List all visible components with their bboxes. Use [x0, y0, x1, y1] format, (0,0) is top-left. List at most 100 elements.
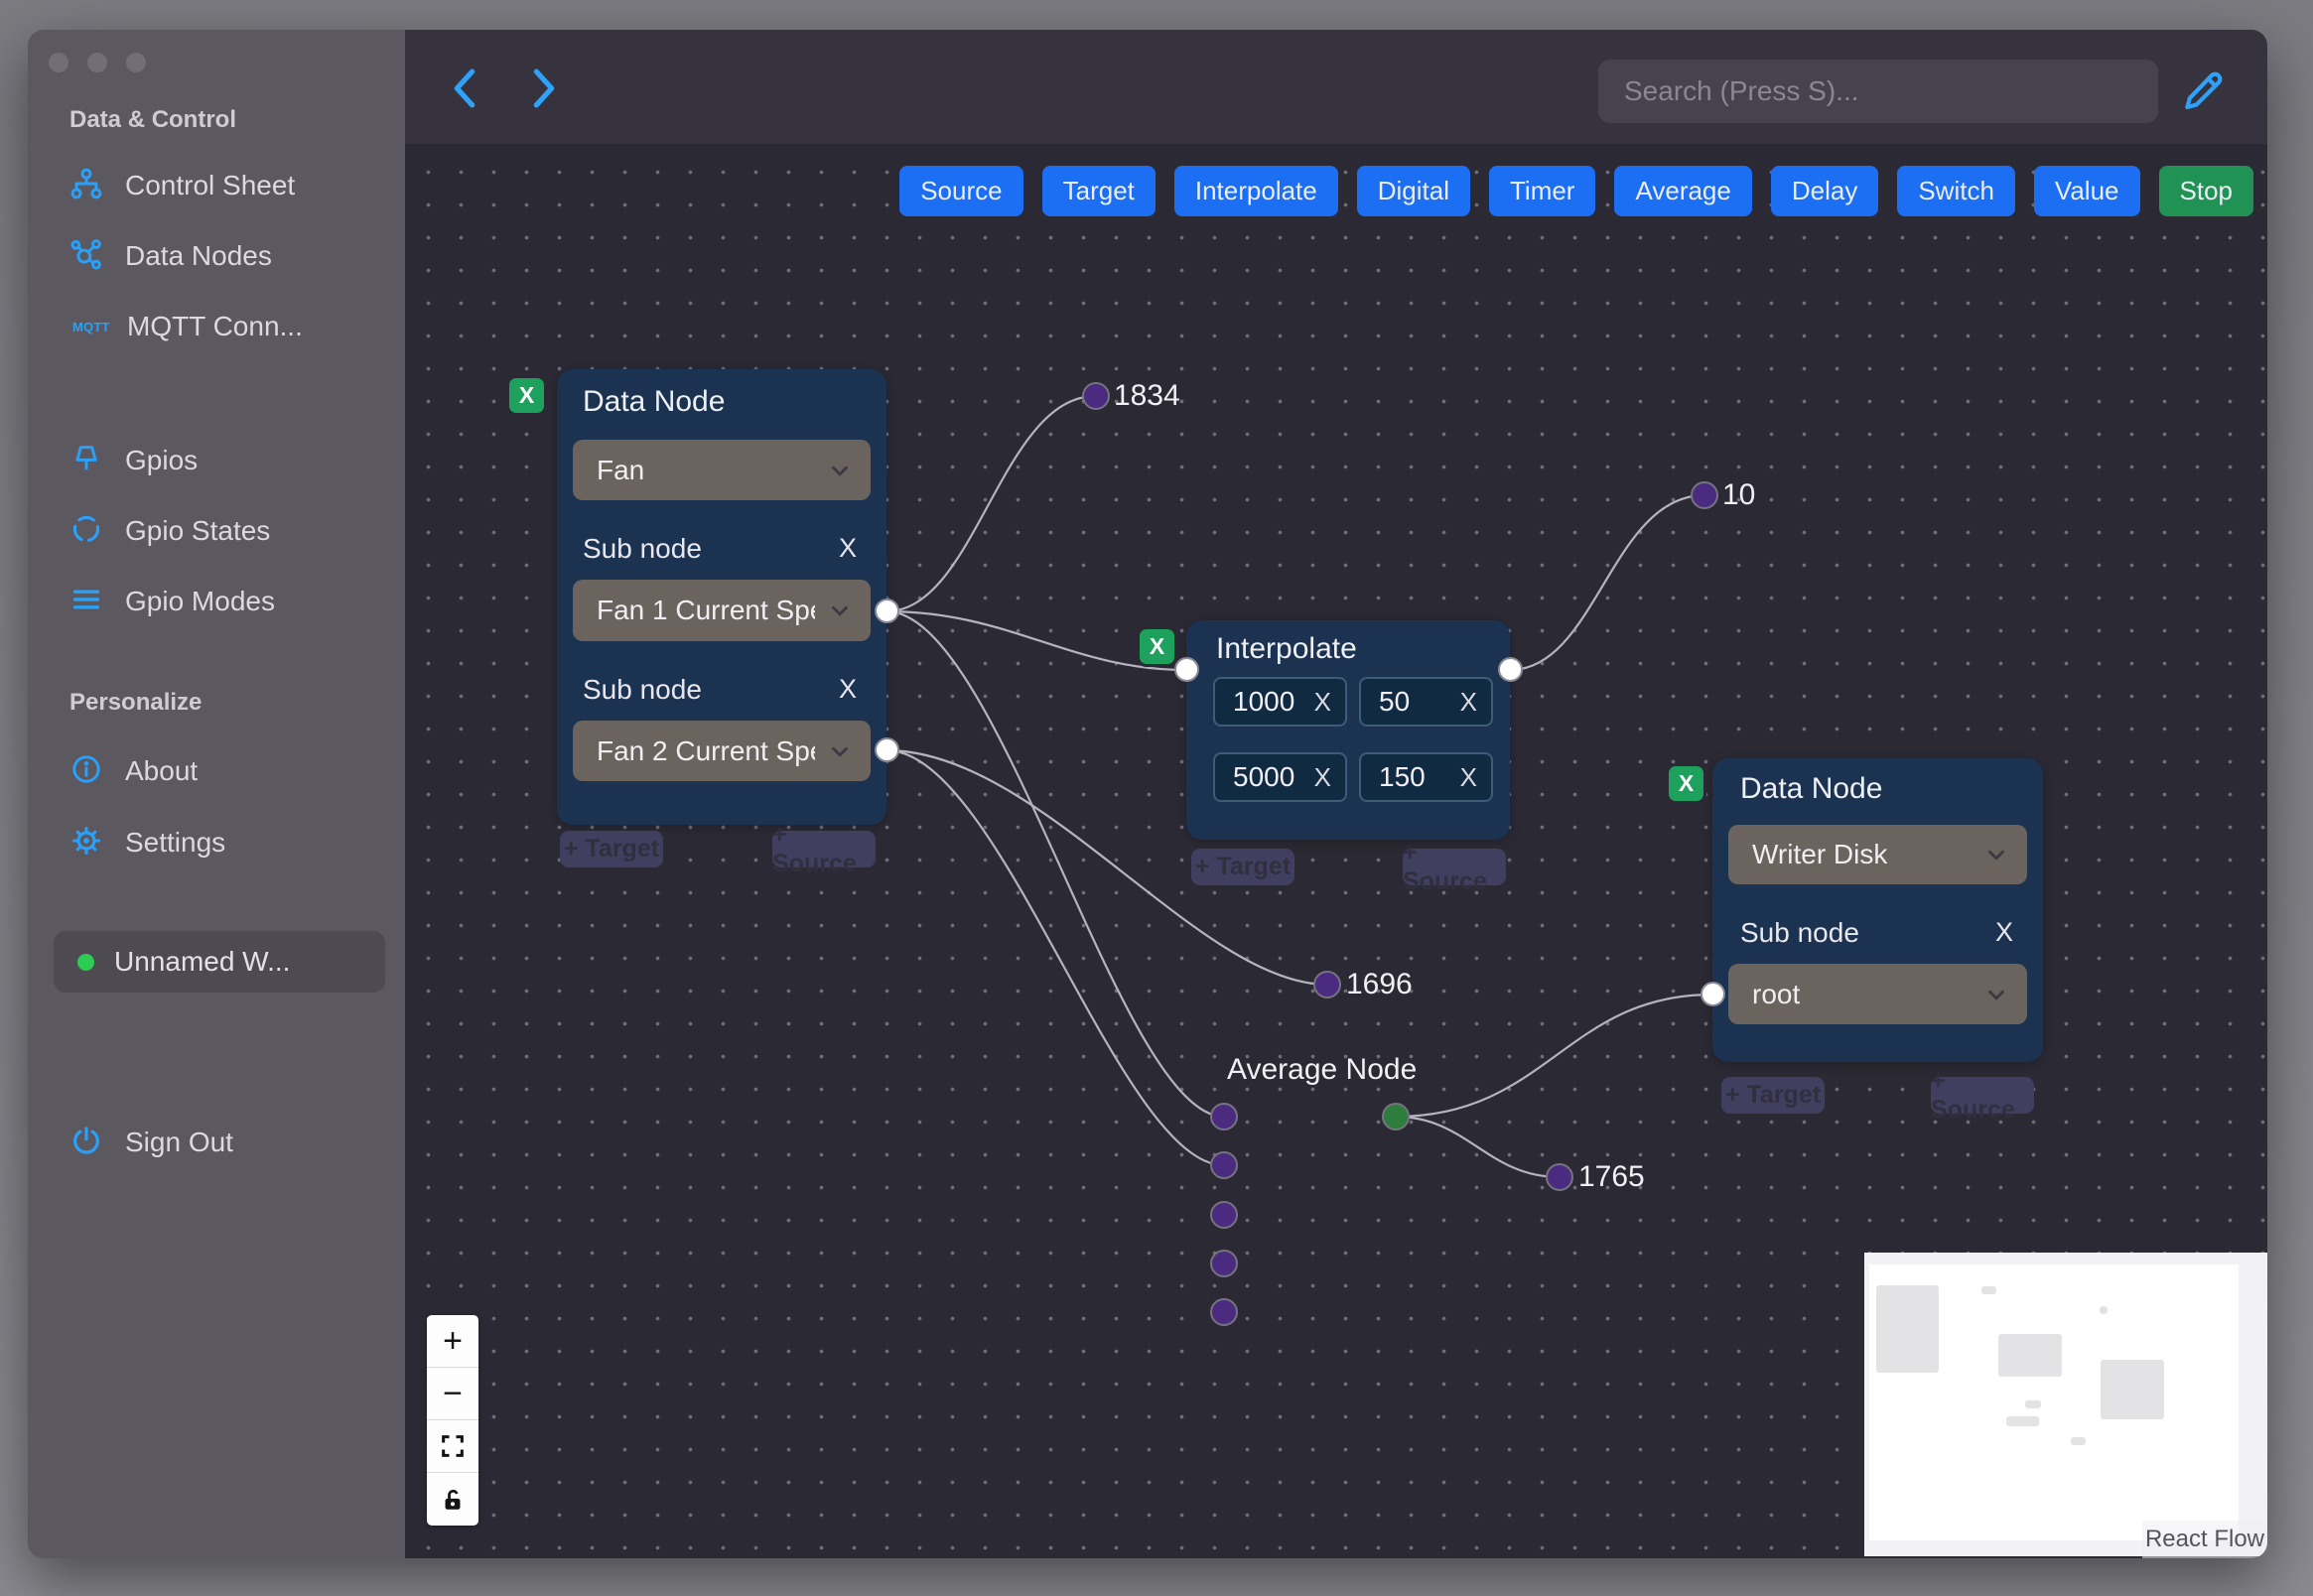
- sidebar-item-label: Sign Out: [125, 1127, 233, 1157]
- flow-canvas[interactable]: Source Target Interpolate Digital Timer …: [405, 144, 2267, 1558]
- data-node-writer-disk[interactable]: Data Node Writer Disk Sub node X root: [1712, 758, 2043, 1062]
- palette-button-value[interactable]: Value: [2033, 166, 2140, 216]
- palette-button-interpolate[interactable]: Interpolate: [1173, 166, 1338, 216]
- edge[interactable]: [1395, 993, 1713, 1119]
- palette-button-switch[interactable]: Switch: [1897, 166, 2015, 216]
- fit-view-button[interactable]: [427, 1420, 478, 1473]
- target-handle[interactable]: [1701, 982, 1725, 1006]
- palette-button-timer[interactable]: Timer: [1489, 166, 1596, 216]
- add-source-pill[interactable]: + Source: [1931, 1067, 2034, 1124]
- add-target-pill[interactable]: + Target: [1191, 849, 1294, 885]
- average-target-handle[interactable]: [1210, 1298, 1238, 1326]
- device-select[interactable]: Writer Disk: [1728, 825, 2027, 884]
- edge[interactable]: [1509, 493, 1705, 672]
- sub-node-label: Sub node: [583, 533, 702, 564]
- chevron-left-icon: [454, 68, 476, 108]
- source-handle[interactable]: [875, 598, 899, 623]
- sidebar-item-mqtt[interactable]: MQTT MQTT Conn...: [69, 304, 303, 349]
- back-button[interactable]: [443, 64, 486, 113]
- delete-node-button[interactable]: X: [1137, 626, 1177, 667]
- edge[interactable]: [1395, 1115, 1561, 1179]
- data-node-fan[interactable]: Data Node Fan Sub node X Fan 1 Current S…: [557, 369, 886, 825]
- sidebar-item-data-nodes[interactable]: Data Nodes: [69, 233, 272, 279]
- source-handle[interactable]: [1498, 657, 1523, 682]
- search-input[interactable]: [1598, 60, 2158, 123]
- remove-sub-node-button[interactable]: X: [839, 533, 857, 564]
- lock-button[interactable]: [427, 1473, 478, 1526]
- plus-icon: +: [443, 1322, 463, 1360]
- sidebar-item-control-sheet[interactable]: Control Sheet: [69, 163, 295, 208]
- control-sheet-icon: [69, 167, 103, 205]
- add-target-pill[interactable]: + Target: [560, 831, 663, 867]
- sidebar-item-sign-out[interactable]: Sign Out: [69, 1120, 233, 1165]
- palette-button-digital[interactable]: Digital: [1356, 166, 1470, 216]
- target-handle[interactable]: [1174, 657, 1199, 682]
- sub-node-label: Sub node: [583, 674, 702, 705]
- traffic-light-zoom[interactable]: [126, 53, 146, 72]
- zoom-out-button[interactable]: −: [427, 1368, 478, 1420]
- edge[interactable]: [885, 748, 1225, 1167]
- sidebar-item-label: Gpios: [125, 445, 199, 475]
- clear-input-button[interactable]: X: [1460, 762, 1477, 793]
- clear-input-button[interactable]: X: [1314, 687, 1331, 718]
- palette-button-stop[interactable]: Stop: [2158, 166, 2253, 216]
- minimap[interactable]: [1864, 1253, 2267, 1556]
- edit-button[interactable]: [2178, 64, 2228, 124]
- average-source-handle[interactable]: [1382, 1103, 1410, 1130]
- info-icon: [69, 752, 103, 791]
- remove-sub-node-button[interactable]: X: [839, 674, 857, 705]
- sub-node-select[interactable]: root: [1728, 964, 2027, 1024]
- average-target-handle[interactable]: [1210, 1103, 1238, 1130]
- edge[interactable]: [885, 394, 1097, 613]
- sidebar-item-about[interactable]: About: [69, 748, 198, 794]
- palette-button-average[interactable]: Average: [1614, 166, 1752, 216]
- remove-sub-node-button[interactable]: X: [1995, 917, 2013, 948]
- sub-node-select[interactable]: Fan 1 Current Spe: [573, 580, 871, 641]
- value-endpoint[interactable]: [1546, 1163, 1573, 1191]
- interpolate-input[interactable]: 150 X: [1359, 752, 1493, 802]
- delete-node-button[interactable]: X: [506, 375, 547, 416]
- clear-input-button[interactable]: X: [1314, 762, 1331, 793]
- device-select[interactable]: Fan: [573, 440, 871, 500]
- edge-value-label: 1834: [1114, 379, 1180, 412]
- add-source-pill[interactable]: + Source: [772, 821, 876, 877]
- interpolate-node[interactable]: Interpolate 1000 X 50 X 5000 X 150 X: [1186, 620, 1510, 840]
- palette-button-delay[interactable]: Delay: [1770, 166, 1879, 216]
- sidebar-item-gpio-states[interactable]: Gpio States: [69, 508, 270, 554]
- edge-value-label: 1765: [1578, 1160, 1645, 1193]
- traffic-light-minimize[interactable]: [87, 53, 107, 72]
- interpolate-input[interactable]: 50 X: [1359, 677, 1493, 727]
- value-endpoint[interactable]: [1082, 382, 1110, 410]
- sidebar-item-settings[interactable]: Settings: [69, 820, 225, 865]
- clear-input-button[interactable]: X: [1460, 687, 1477, 718]
- edge[interactable]: [885, 609, 1225, 1119]
- sidebar-item-workflow[interactable]: Unnamed W...: [54, 931, 385, 993]
- palette-button-target[interactable]: Target: [1041, 166, 1156, 216]
- interpolate-input[interactable]: 5000 X: [1213, 752, 1347, 802]
- value-endpoint[interactable]: [1691, 481, 1718, 509]
- power-icon: [69, 1124, 103, 1162]
- source-handle[interactable]: [875, 737, 899, 762]
- delete-node-button[interactable]: X: [1666, 763, 1706, 804]
- average-target-handle[interactable]: [1210, 1151, 1238, 1179]
- mqtt-icon: MQTT: [72, 319, 110, 334]
- sidebar-item-gpios[interactable]: Gpios: [69, 438, 198, 483]
- average-target-handle[interactable]: [1210, 1201, 1238, 1229]
- value-endpoint[interactable]: [1313, 971, 1341, 998]
- add-target-pill[interactable]: + Target: [1721, 1077, 1825, 1114]
- forward-button[interactable]: [522, 64, 566, 113]
- average-target-handle[interactable]: [1210, 1250, 1238, 1277]
- react-flow-attribution[interactable]: React Flow: [2142, 1521, 2267, 1558]
- sub-node-select[interactable]: Fan 2 Current Spe: [573, 721, 871, 781]
- add-source-pill[interactable]: + Source: [1403, 839, 1506, 895]
- workflow-label: Unnamed W...: [114, 946, 291, 977]
- traffic-light-close[interactable]: [49, 53, 68, 72]
- data-nodes-icon: [69, 237, 103, 276]
- palette-button-source[interactable]: Source: [899, 166, 1023, 216]
- minimap-node: [2025, 1400, 2041, 1408]
- interpolate-input[interactable]: 1000 X: [1213, 677, 1347, 727]
- node-title: Data Node: [1740, 772, 1883, 805]
- sidebar-item-gpio-modes[interactable]: Gpio Modes: [69, 579, 275, 624]
- average-node-title: Average Node: [1227, 1053, 1418, 1086]
- zoom-in-button[interactable]: +: [427, 1315, 478, 1368]
